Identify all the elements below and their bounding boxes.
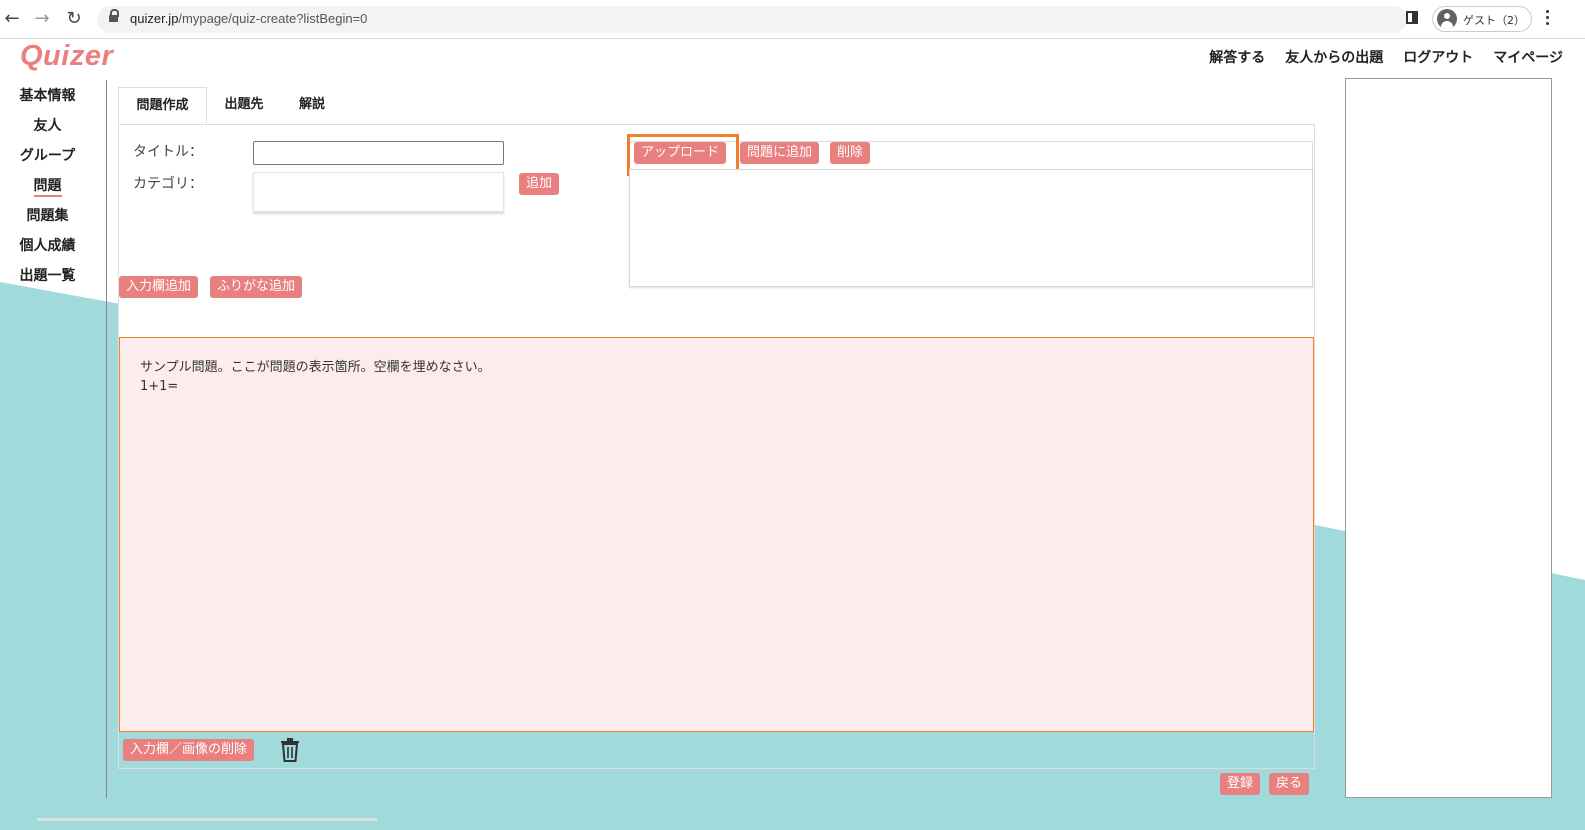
image-preview-area[interactable] (629, 169, 1313, 287)
top-navigation: 解答する 友人からの出題 ログアウト マイページ (1209, 47, 1563, 67)
reload-icon[interactable]: ↻ (64, 9, 84, 29)
tab-create-question[interactable]: 問題作成 (118, 87, 207, 124)
category-select[interactable] (253, 172, 504, 212)
sidebar-item-label: 問題 (33, 178, 62, 194)
delete-image-button[interactable]: 削除 (830, 142, 871, 164)
right-sidebar-box (1345, 78, 1552, 798)
trash-icon[interactable] (280, 738, 300, 762)
sidebar: 基本情報 友人 グループ 問題 問題集 個人成績 出題一覧 (0, 85, 95, 295)
add-input-button[interactable]: 入力欄追加 (119, 276, 199, 298)
add-furigana-button[interactable]: ふりがな追加 (210, 276, 303, 298)
tab-explanation[interactable]: 解説 (286, 87, 338, 124)
profile-button[interactable]: ゲスト（2） (1432, 6, 1532, 32)
question-text-line: サンプル問題。ここが問題の表示箇所。空欄を埋めなさい。 (140, 360, 491, 375)
side-panel-icon[interactable] (1406, 11, 1418, 24)
back-arrow-icon[interactable]: ← (2, 9, 22, 29)
avatar-icon (1437, 9, 1457, 29)
sidebar-item-groups[interactable]: グループ (0, 145, 95, 175)
delete-input-image-button[interactable]: 入力欄／画像の削除 (123, 739, 255, 761)
question-display-area[interactable]: サンプル問題。ここが問題の表示箇所。空欄を埋めなさい。 1+1= (119, 337, 1314, 732)
menu-kebab-icon[interactable] (1546, 10, 1550, 28)
sidebar-item-friends[interactable]: 友人 (0, 115, 95, 145)
profile-label: ゲスト（2） (1463, 14, 1525, 27)
active-indicator (33, 195, 62, 197)
sidebar-item-results[interactable]: 個人成績 (0, 235, 95, 265)
tab-destination[interactable]: 出題先 (214, 87, 274, 124)
forward-arrow-icon[interactable]: → (32, 9, 52, 29)
sidebar-item-basic-info[interactable]: 基本情報 (0, 85, 95, 115)
sidebar-divider (106, 80, 107, 798)
browser-toolbar: ← → ↻ quizer.jp/mypage/quiz-create?listB… (0, 0, 1585, 39)
register-button[interactable]: 登録 (1220, 773, 1261, 795)
sidebar-item-question-sets[interactable]: 問題集 (0, 205, 95, 235)
title-label: タイトル： (133, 144, 203, 160)
bottom-scroll-indicator (37, 818, 377, 821)
nav-mypage[interactable]: マイページ (1493, 47, 1563, 67)
add-to-question-button[interactable]: 問題に追加 (740, 142, 820, 164)
sidebar-item-question-list[interactable]: 出題一覧 (0, 265, 95, 295)
sidebar-item-questions[interactable]: 問題 (0, 175, 95, 205)
nav-logout[interactable]: ログアウト (1403, 47, 1473, 67)
site-logo[interactable]: Quizer (20, 40, 113, 73)
address-bar[interactable]: quizer.jp/mypage/quiz-create?listBegin=0 (97, 6, 1407, 33)
add-category-button[interactable]: 追加 (519, 173, 560, 195)
nav-from-friends[interactable]: 友人からの出題 (1285, 47, 1383, 67)
lock-icon (109, 9, 119, 23)
nav-answer[interactable]: 解答する (1209, 47, 1265, 67)
category-label: カテゴリ： (133, 176, 203, 192)
title-input[interactable] (253, 141, 504, 165)
back-button[interactable]: 戻る (1269, 773, 1310, 795)
url-text[interactable]: quizer.jp/mypage/quiz-create?listBegin=0 (130, 11, 367, 26)
question-formula-line: 1+1= (140, 379, 179, 394)
